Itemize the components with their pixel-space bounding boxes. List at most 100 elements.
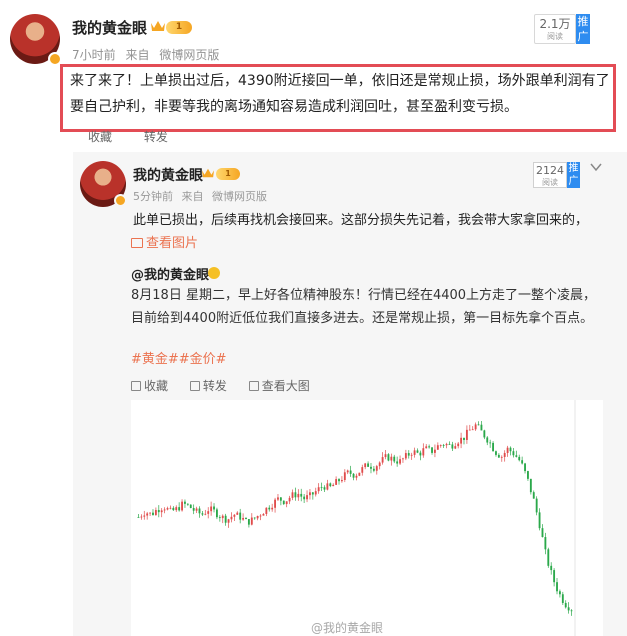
username[interactable]: 我的黄金眼 xyxy=(72,17,147,38)
candle-body xyxy=(294,492,297,498)
candle-body xyxy=(570,610,573,612)
views-counter: 2.1万 阅读 xyxy=(534,14,576,44)
candle-body xyxy=(282,500,285,505)
candle-body xyxy=(428,446,431,448)
candle-body xyxy=(320,487,323,489)
quote-author[interactable]: @我的黄金眼 xyxy=(131,264,209,283)
candle-body xyxy=(236,512,239,515)
candle-body xyxy=(521,460,524,464)
repost-promote-button[interactable]: 推广 xyxy=(567,162,580,188)
views-label: 阅读 xyxy=(547,32,563,41)
candle-body xyxy=(349,470,352,474)
candle-body xyxy=(355,475,358,478)
candle-body xyxy=(245,517,247,520)
candle-body xyxy=(259,515,262,517)
candle-body xyxy=(532,492,535,499)
hashtags[interactable]: #黄金##金价# xyxy=(131,348,227,367)
candle-body xyxy=(140,516,143,518)
candle-body xyxy=(224,515,227,523)
candle-body xyxy=(535,498,538,513)
candle-body xyxy=(311,492,314,495)
candle-body xyxy=(404,453,407,459)
candle-body xyxy=(230,516,233,520)
candle-body xyxy=(538,512,541,529)
candle-body xyxy=(527,471,529,479)
candle-body xyxy=(480,424,483,431)
repost-time[interactable]: 5分钟前 xyxy=(133,190,173,203)
candle-body xyxy=(550,565,553,571)
candle-body xyxy=(300,493,303,497)
favorite-button[interactable]: 收藏 xyxy=(88,130,112,144)
candle-body xyxy=(524,463,526,472)
quote-favorite-button[interactable]: 收藏 xyxy=(131,379,168,393)
candlestick-chart[interactable]: @我的黄金眼 xyxy=(131,400,603,636)
chevron-down-icon[interactable] xyxy=(590,162,602,172)
candle-body xyxy=(509,447,512,452)
candle-body xyxy=(143,515,146,517)
candle-body xyxy=(338,479,340,482)
candle-body xyxy=(271,507,274,510)
candle-body xyxy=(204,513,207,515)
post-time[interactable]: 7小时前 xyxy=(72,48,116,62)
repost-meta: 5分钟前 来自 微博网页版 xyxy=(133,188,272,204)
promote-button[interactable]: 推广 xyxy=(576,14,590,44)
candle-body xyxy=(495,451,497,455)
candle-body xyxy=(265,507,268,514)
post-actions: 收藏 转发 xyxy=(88,128,196,145)
candle-body xyxy=(195,508,198,511)
candle-body xyxy=(166,508,169,510)
chart-svg xyxy=(137,400,576,636)
candle-body xyxy=(425,446,428,449)
candle-body xyxy=(291,492,294,498)
repost-username[interactable]: 我的黄金眼 xyxy=(133,165,203,185)
candle-body xyxy=(247,519,250,525)
repost-button[interactable]: 转发 xyxy=(144,130,168,144)
views-count: 2.1万 xyxy=(539,17,571,31)
candle-body xyxy=(399,459,401,464)
candle-body xyxy=(419,452,422,456)
candle-body xyxy=(160,510,163,513)
post-text: 来了来了！上单损出过后，4390附近接回一单，依旧还是常规止损，场外跟单利润有了… xyxy=(70,73,610,115)
candle-body xyxy=(463,437,465,440)
post-source: 微博网页版 xyxy=(159,48,220,62)
level-badge[interactable]: 1 xyxy=(166,21,192,34)
candle-body xyxy=(370,466,372,469)
candle-body xyxy=(213,506,215,510)
candle-body xyxy=(436,445,439,450)
candle-body xyxy=(288,497,291,502)
crown-icon xyxy=(202,168,214,178)
candle-body xyxy=(486,437,489,443)
candle-body xyxy=(137,517,140,518)
repost-source: 微博网页版 xyxy=(212,190,267,203)
candle-body xyxy=(323,487,326,490)
quote-repost-button[interactable]: 转发 xyxy=(189,379,227,393)
candle-body xyxy=(460,437,463,444)
candle-body xyxy=(378,462,381,467)
repost-level-badge[interactable]: 1 xyxy=(216,168,240,180)
candle-body xyxy=(262,513,265,516)
repost-card: 我的黄金眼 1 5分钟前 来自 微博网页版 2124 阅读 推广 此单已损出，后… xyxy=(73,152,627,636)
candle-body xyxy=(218,517,221,519)
view-large-image-button[interactable]: 查看大图 xyxy=(248,379,310,393)
candle-body xyxy=(558,591,561,595)
candle-body xyxy=(233,514,236,517)
candle-body xyxy=(146,513,149,516)
candle-body xyxy=(367,463,370,467)
candle-body xyxy=(416,450,419,453)
candle-body xyxy=(468,429,471,431)
candle-body xyxy=(407,453,410,456)
candle-body xyxy=(326,483,329,490)
candle-body xyxy=(268,507,271,510)
candle-body xyxy=(201,513,204,515)
verified-badge-icon xyxy=(114,194,127,207)
candle-body xyxy=(506,447,509,453)
candle-body xyxy=(434,449,436,453)
candle-body xyxy=(387,454,390,461)
view-image-link[interactable]: 查看图片 xyxy=(131,232,198,251)
candle-body xyxy=(192,508,195,511)
candle-body xyxy=(413,450,416,455)
candle-body xyxy=(564,602,567,608)
favorite-icon xyxy=(131,381,141,391)
candle-body xyxy=(314,491,317,495)
candle-body xyxy=(541,528,544,538)
